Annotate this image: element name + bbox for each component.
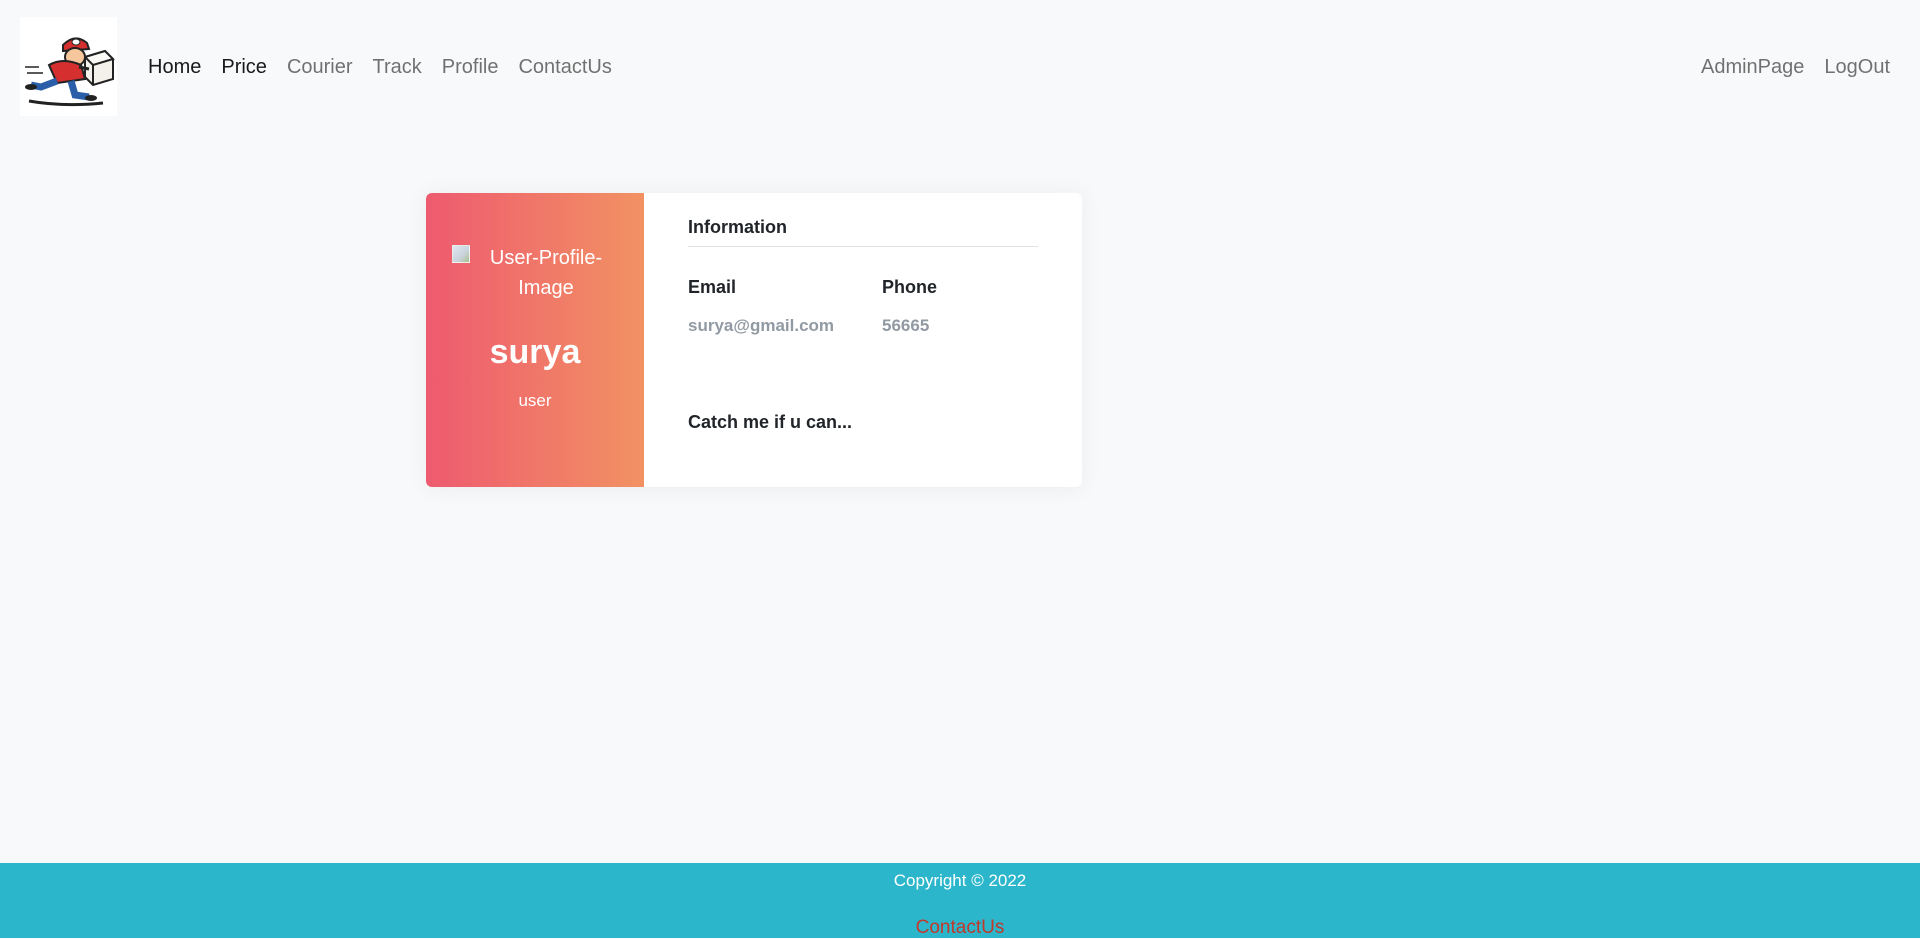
profile-image: User-Profile-Image <box>452 243 622 303</box>
footer-contactus-link[interactable]: ContactUs <box>0 917 1920 939</box>
copyright-text: Copyright © 2022 <box>893 871 1027 890</box>
logo[interactable] <box>20 17 117 116</box>
nav-price[interactable]: Price <box>211 50 277 84</box>
info-heading: Information <box>688 217 1038 247</box>
email-value: surya@gmail.com <box>688 316 835 335</box>
nav-profile[interactable]: Profile <box>432 50 509 84</box>
nav-courier[interactable]: Courier <box>277 50 363 84</box>
profile-bio: Catch me if u can... <box>688 412 853 432</box>
nav-contactus[interactable]: ContactUs <box>508 50 621 84</box>
broken-image-icon <box>452 245 470 263</box>
profile-image-alt: User-Profile-Image <box>489 247 603 299</box>
phone-value: 56665 <box>882 316 930 335</box>
profile-card-header: User-Profile-Image surya user <box>426 193 644 487</box>
nav-right-links: AdminPage LogOut <box>1691 50 1900 84</box>
nav-links: Home Price Courier Track Profile Contact… <box>138 50 622 84</box>
courier-mascot-icon <box>24 37 115 106</box>
nav-adminpage[interactable]: AdminPage <box>1691 50 1814 84</box>
nav-track[interactable]: Track <box>363 50 432 84</box>
nav-home[interactable]: Home <box>138 50 211 84</box>
footer: Copyright © 2022 ContactUs <box>0 863 1920 938</box>
nav-logout[interactable]: LogOut <box>1814 50 1900 84</box>
profile-card-info: Information Email surya@gmail.com Phone … <box>644 193 1082 487</box>
navbar: Home Price Courier Track Profile Contact… <box>0 0 1920 134</box>
email-label: Email <box>688 277 737 297</box>
profile-role: user <box>518 391 552 410</box>
profile-card: User-Profile-Image surya user Informatio… <box>426 193 1082 487</box>
profile-username: surya <box>489 333 581 371</box>
phone-label: Phone <box>882 277 938 297</box>
